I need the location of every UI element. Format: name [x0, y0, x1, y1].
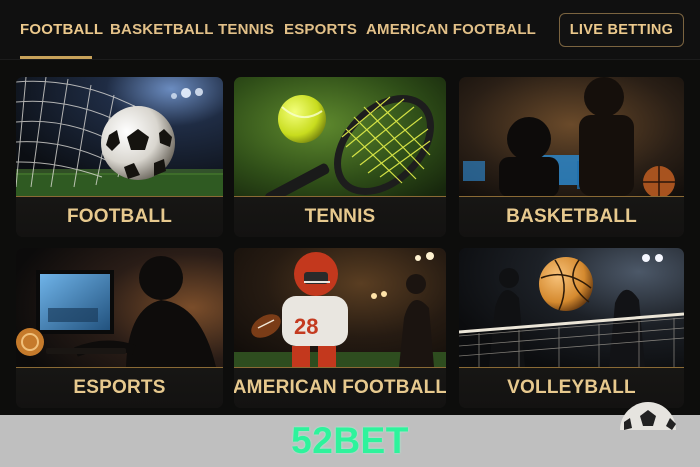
- card-label-bar: BASKETBALL: [459, 196, 684, 237]
- brand-banner: 52BET: [0, 415, 700, 467]
- card-label: VOLLEYBALL: [507, 377, 636, 398]
- svg-text:28: 28: [294, 314, 318, 339]
- gamer-at-monitor-image: [16, 248, 223, 367]
- top-navigation: FOOTBALL BASKETBALL TENNIS ESPORTS AMERI…: [0, 0, 700, 60]
- fans-watching-screens-image: [459, 77, 684, 196]
- volleyball-over-net-image: [459, 248, 684, 367]
- card-label-bar: TENNIS: [234, 196, 446, 237]
- sport-card-basketball[interactable]: BASKETBALL: [459, 77, 684, 237]
- card-label: BASKETBALL: [506, 206, 637, 227]
- live-betting-button[interactable]: LIVE BETTING: [559, 13, 684, 47]
- card-label-bar: AMERICAN FOOTBALL: [234, 367, 446, 408]
- card-label: ESPORTS: [73, 377, 166, 398]
- tennis-racket-image: [234, 77, 446, 196]
- sport-card-football[interactable]: FOOTBALL: [16, 77, 223, 237]
- card-label: AMERICAN FOOTBALL: [234, 377, 446, 398]
- american-football-player-image: 28: [234, 248, 446, 367]
- sport-card-esports[interactable]: ESPORTS: [16, 248, 223, 408]
- tab-american-football[interactable]: AMERICAN FOOTBALL: [366, 21, 536, 38]
- card-label: FOOTBALL: [66, 206, 173, 227]
- soccer-ball-icon: [620, 402, 676, 430]
- active-tab-indicator: [20, 56, 92, 59]
- card-label: TENNIS: [304, 206, 376, 227]
- sport-card-tennis[interactable]: TENNIS: [234, 77, 446, 237]
- sport-card-american-football[interactable]: 28 AMERICAN FOOTBALL: [234, 248, 446, 408]
- sport-card-volleyball[interactable]: VOLLEYBALL: [459, 248, 684, 408]
- tab-basketball[interactable]: BASKETBALL: [110, 21, 214, 38]
- tab-esports[interactable]: ESPORTS: [284, 21, 357, 38]
- tab-football[interactable]: FOOTBALL: [20, 21, 103, 38]
- brand-logo-text: 52BET: [291, 420, 409, 461]
- soccer-ball-in-net-image: [16, 77, 223, 196]
- tab-tennis[interactable]: TENNIS: [218, 21, 274, 38]
- card-label-bar: FOOTBALL: [16, 196, 223, 237]
- card-label-bar: ESPORTS: [16, 367, 223, 408]
